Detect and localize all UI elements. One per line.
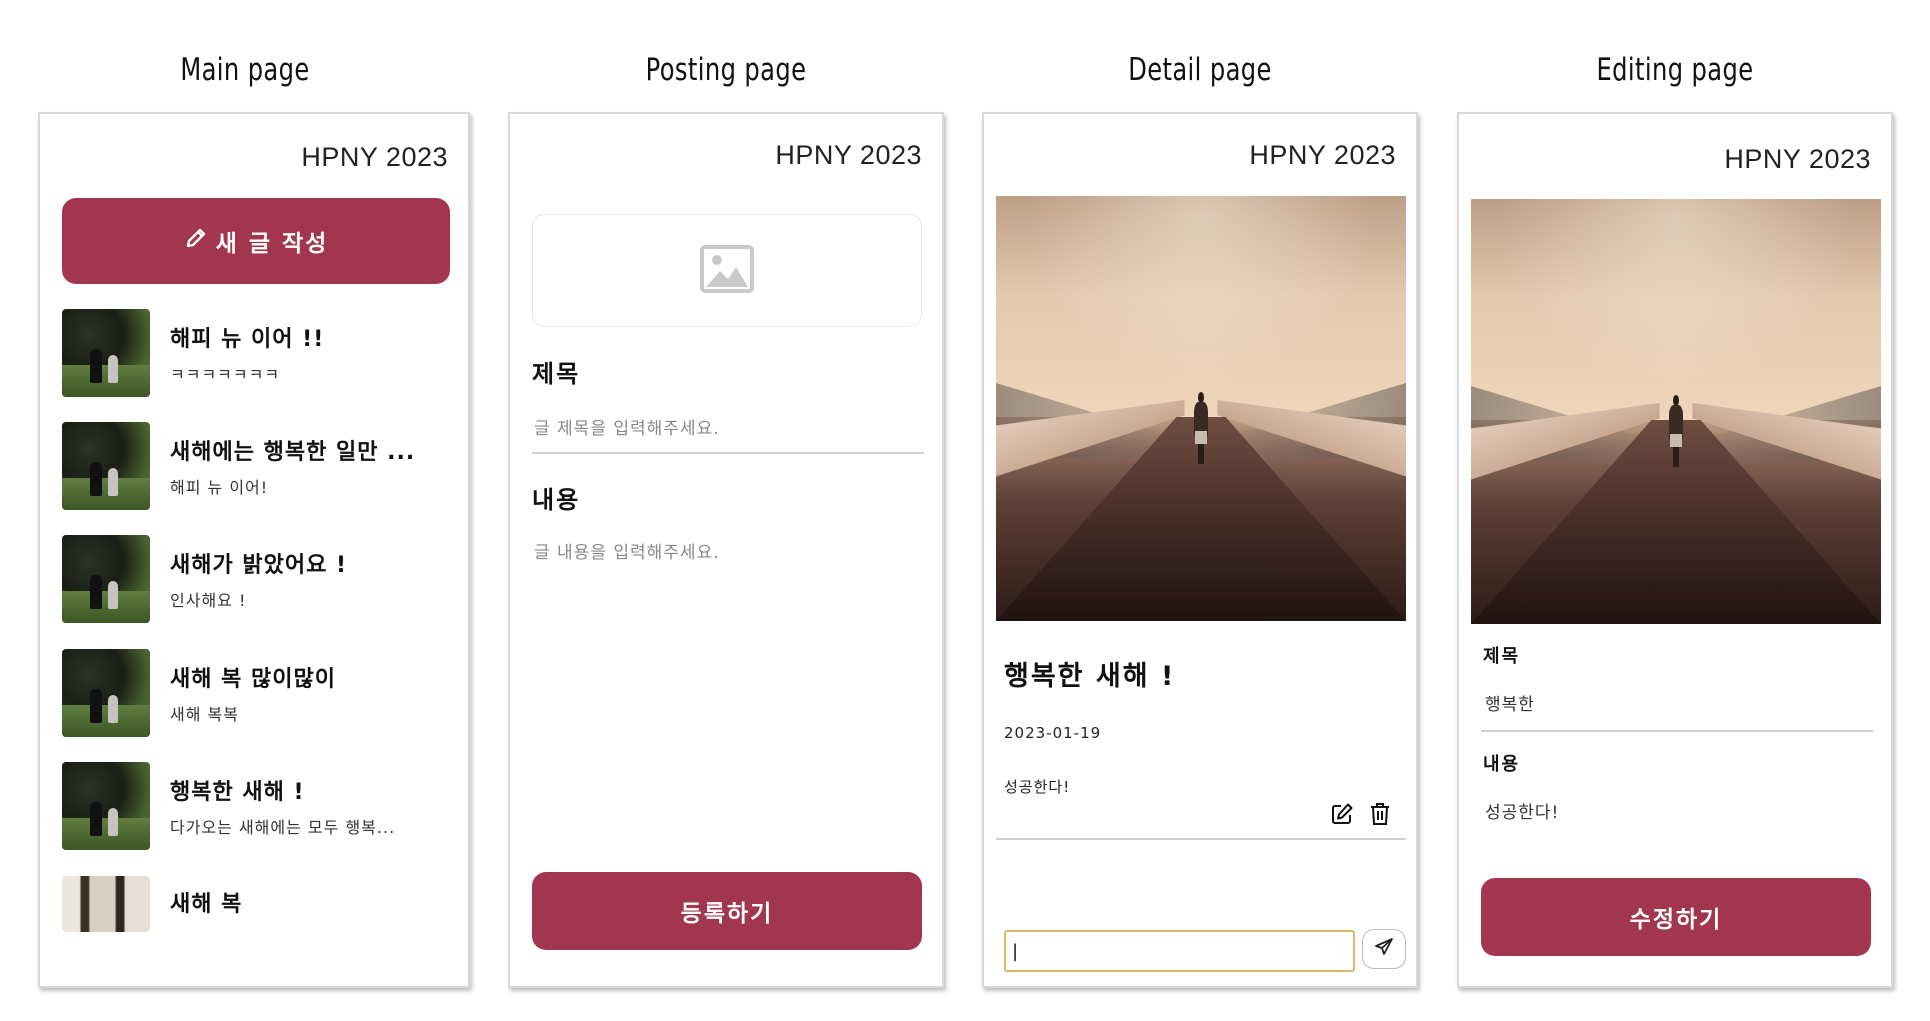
post-content: 해피 뉴 이어!: [170, 478, 269, 497]
posting-page-frame: HPNY 2023 제목 글 제목을 입력해주세요. 내용 글 내용을 입력해주…: [508, 112, 944, 988]
brand-title[interactable]: HPNY 2023: [1249, 140, 1396, 171]
post-title: 행복한 새해 !: [170, 780, 305, 805]
pencil-icon: [184, 226, 208, 256]
send-icon: [1374, 937, 1394, 961]
post-thumbnail: [62, 876, 150, 932]
new-post-label: 새 글 작성: [215, 231, 329, 257]
brand-title[interactable]: HPNY 2023: [775, 140, 922, 171]
title-label: 제목: [532, 360, 581, 388]
post-title: 새해에는 행복한 일만 ...: [170, 440, 416, 465]
post-date: 2023-01-19: [1004, 724, 1102, 742]
edit-icon[interactable]: [1328, 800, 1356, 828]
editing-page-frame: HPNY 2023 제목 행복한 내용 성공한다! 수정하기: [1457, 112, 1893, 988]
post-title: 새해 복: [170, 892, 243, 917]
post-thumbnail: [62, 535, 150, 623]
post-content: ㅋㅋㅋㅋㅋㅋㅋ: [170, 365, 281, 384]
post-content: 새해 복복: [170, 705, 239, 724]
post-image[interactable]: [1471, 199, 1881, 624]
post-title: 새해 복 많이많이: [170, 667, 336, 692]
post-thumbnail: [62, 649, 150, 737]
title-divider: [532, 452, 924, 454]
post-content: 성공한다!: [1004, 778, 1071, 796]
post-thumbnail: [62, 309, 150, 397]
label-main-page: Main page: [180, 52, 310, 88]
update-post-button[interactable]: 수정하기: [1481, 878, 1871, 956]
new-post-button[interactable]: 새 글 작성: [62, 198, 450, 284]
image-upload-area[interactable]: [532, 214, 922, 327]
main-page-frame: HPNY 2023 새 글 작성 해피 뉴 이어 !! ㅋㅋㅋㅋㅋㅋㅋ 새해에는…: [38, 112, 470, 988]
title-divider: [1481, 730, 1873, 732]
brand-title[interactable]: HPNY 2023: [301, 142, 448, 173]
trash-icon[interactable]: [1366, 800, 1394, 828]
post-item[interactable]: 새해가 밝았어요 ! 인사해요 !: [62, 535, 452, 623]
post-item[interactable]: 새해 복: [62, 876, 452, 932]
post-content: 다가오는 새해에는 모두 행복...: [170, 818, 396, 837]
post-item[interactable]: 새해에는 행복한 일만 ... 해피 뉴 이어!: [62, 422, 452, 510]
post-title: 해피 뉴 이어 !!: [170, 327, 325, 352]
post-item[interactable]: 새해 복 많이많이 새해 복복: [62, 649, 452, 737]
content-divider: [996, 838, 1406, 840]
post-thumbnail: [62, 422, 150, 510]
submit-post-button[interactable]: 등록하기: [532, 872, 922, 950]
label-detail-page: Detail page: [1128, 52, 1272, 88]
send-button[interactable]: [1362, 929, 1406, 969]
title-input[interactable]: 글 제목을 입력해주세요.: [534, 414, 720, 439]
post-item[interactable]: 행복한 새해 ! 다가오는 새해에는 모두 행복...: [62, 762, 452, 850]
detail-page-frame: HPNY 2023 행복한 새해 ! 2023-01-19 성공한다!: [982, 112, 1418, 988]
post-title: 새해가 밝았어요 !: [170, 553, 348, 578]
content-textarea[interactable]: 글 내용을 입력해주세요.: [534, 538, 720, 563]
title-input[interactable]: 행복한: [1485, 690, 1535, 715]
brand-title[interactable]: HPNY 2023: [1724, 144, 1871, 175]
label-editing-page: Editing page: [1596, 52, 1754, 88]
post-image: [996, 196, 1406, 621]
content-label: 내용: [1483, 754, 1521, 775]
post-title: 행복한 새해 !: [1004, 661, 1176, 692]
image-placeholder-icon: [700, 244, 754, 297]
post-thumbnail: [62, 762, 150, 850]
post-item[interactable]: 해피 뉴 이어 !! ㅋㅋㅋㅋㅋㅋㅋ: [62, 309, 452, 397]
content-textarea[interactable]: 성공한다!: [1485, 798, 1559, 823]
content-label: 내용: [532, 486, 581, 514]
comment-input[interactable]: [1004, 930, 1355, 972]
post-content: 인사해요 !: [170, 591, 247, 610]
label-posting-page: Posting page: [645, 52, 807, 88]
title-label: 제목: [1483, 646, 1521, 667]
